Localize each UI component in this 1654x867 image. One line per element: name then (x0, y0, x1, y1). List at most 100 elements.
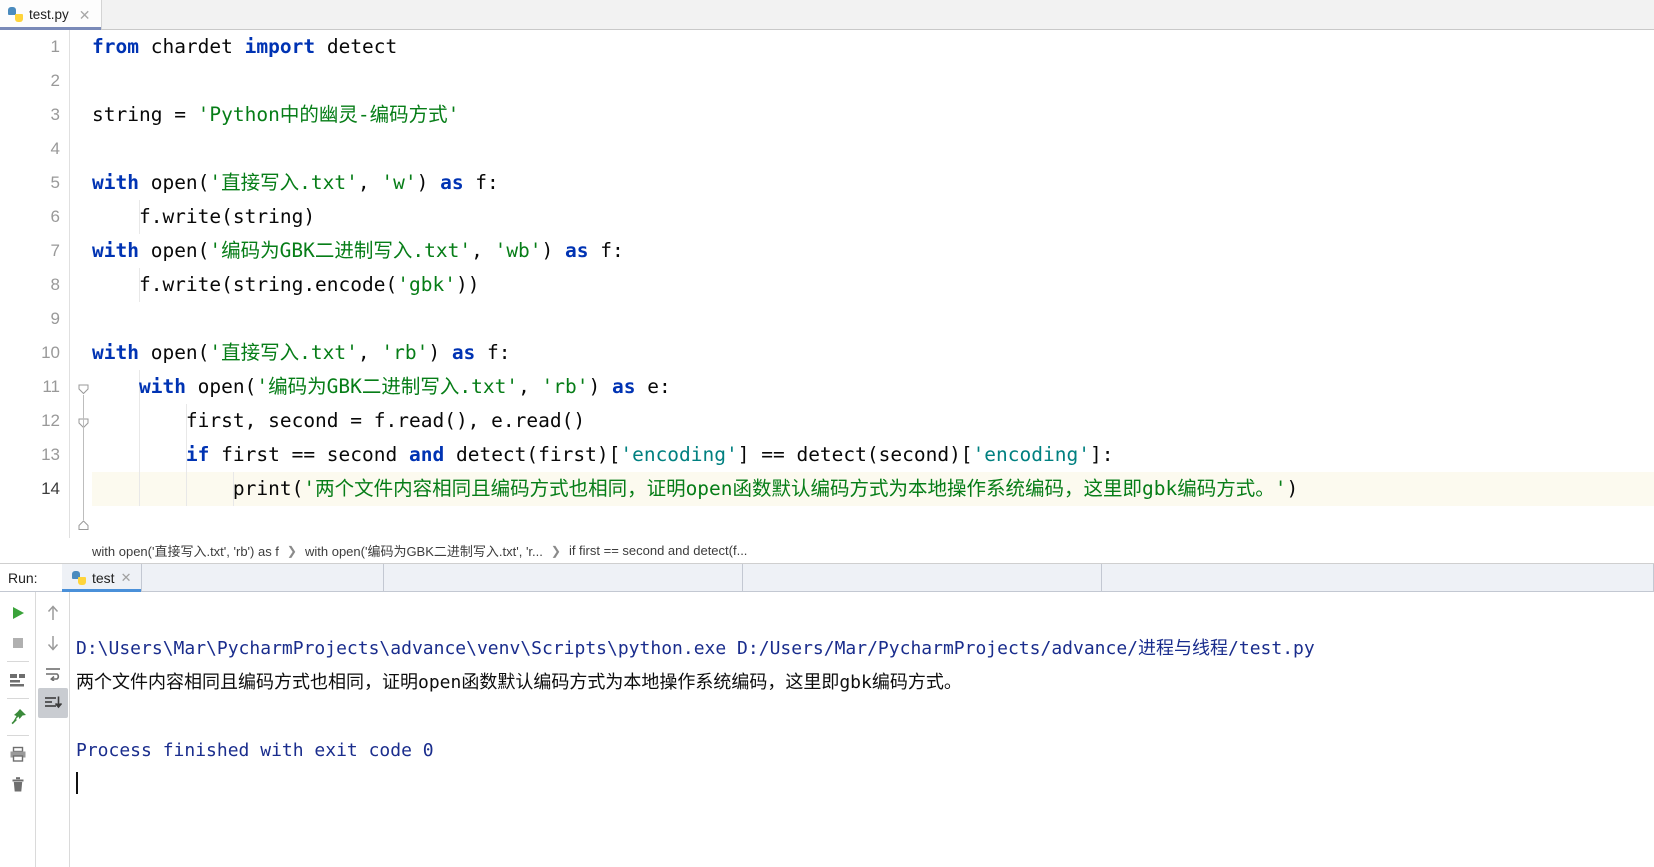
code-line[interactable]: with open('编码为GBK二进制写入.txt', 'wb') as f: (92, 234, 1654, 268)
rerun-button[interactable] (3, 598, 33, 628)
line-10-fold-icon[interactable] (78, 384, 89, 395)
code-line[interactable] (92, 302, 1654, 336)
code-token: with (92, 341, 139, 364)
code-text-area[interactable]: from chardet import detect string = 'Pyth… (92, 30, 1654, 538)
pin-icon[interactable] (3, 702, 33, 732)
code-token: open( (185, 375, 257, 398)
line-number: 11 (42, 377, 60, 396)
code-token: first == second (209, 443, 409, 466)
code-token: f: (475, 341, 511, 364)
code-folding-strip[interactable] (70, 30, 92, 538)
code-token: as (440, 171, 464, 194)
code-token: 'wb' (494, 239, 542, 262)
code-token: print( (92, 477, 304, 500)
line-number: 4 (50, 139, 60, 158)
code-token: with (92, 239, 139, 262)
code-line[interactable]: f.write(string.encode('gbk')) (92, 268, 1654, 302)
run-tab-test[interactable]: test ✕ (62, 564, 143, 592)
line-number: 13 (41, 445, 60, 464)
run-tool-header: Run: test ✕ (0, 564, 1654, 592)
close-icon[interactable]: ✕ (75, 8, 91, 22)
line-number: 1 (50, 37, 60, 56)
code-line[interactable] (92, 64, 1654, 98)
code-token: string (92, 103, 175, 126)
breadcrumb-item[interactable]: with open('直接写入.txt', 'rb') as f (92, 541, 279, 560)
editor-tab-label: test.py (29, 7, 69, 22)
code-token: 'Python中的幽灵-编码方式' (197, 103, 460, 126)
fold-region-line (83, 395, 84, 520)
breadcrumb-item[interactable]: with open('编码为GBK二进制写入.txt', 'r... (305, 541, 543, 560)
line-number: 8 (50, 275, 60, 294)
console-output-line: 两个文件内容相同且编码方式也相同，证明open函数默认编码方式为本地操作系统编码… (76, 672, 962, 693)
line-14-fold-icon[interactable] (78, 520, 89, 531)
breadcrumb-item[interactable]: if first == second and detect(f... (569, 543, 747, 558)
code-token: , (518, 375, 542, 398)
toolbar-divider (6, 735, 29, 736)
arrow-up-icon[interactable] (38, 598, 68, 628)
python-file-icon (8, 7, 23, 22)
code-token: ] == detect(second)[ (737, 443, 973, 466)
code-token: with (138, 375, 186, 398)
code-token: from (92, 35, 139, 58)
toolbar-divider (6, 698, 29, 699)
console-caret (76, 772, 78, 794)
code-token: '编码为GBK二进制写入.txt' (209, 239, 472, 262)
code-token: , (471, 239, 495, 262)
editor-tab-test-py[interactable]: test.py ✕ (0, 0, 102, 30)
run-body: D:\Users\Mar\PycharmProjects\advance\ven… (0, 592, 1654, 867)
arrow-down-icon[interactable] (38, 628, 68, 658)
stop-button[interactable] (3, 628, 33, 658)
code-token: ) (588, 375, 612, 398)
code-line[interactable]: string = 'Python中的幽灵-编码方式' (92, 98, 1654, 132)
wrap-icon[interactable] (38, 658, 68, 688)
code-token: 'rb' (541, 375, 589, 398)
code-line[interactable]: print('两个文件内容相同且编码方式也相同，证明open函数默认编码方式为本… (92, 472, 1654, 506)
run-label: Run: (0, 564, 62, 591)
code-line[interactable]: with open('编码为GBK二进制写入.txt', 'rb') as e: (92, 370, 1654, 404)
code-line[interactable]: from chardet import detect (92, 30, 1654, 64)
code-token: import (244, 35, 316, 58)
console-icon[interactable] (3, 665, 33, 695)
code-token: ]: (1089, 443, 1114, 466)
run-console-output[interactable]: D:\Users\Mar\PycharmProjects\advance\ven… (70, 592, 1654, 867)
code-token: '直接写入.txt' (209, 171, 358, 194)
scroll-end-icon[interactable] (37, 688, 68, 718)
code-line[interactable]: first, second = f.read(), e.read() (92, 404, 1654, 438)
code-token: and (409, 443, 445, 466)
code-token: 'w' (381, 171, 417, 194)
console-exit-line: Process finished with exit code 0 (76, 740, 434, 761)
code-token: , (357, 171, 382, 194)
code-token: )) (455, 273, 480, 296)
code-token: first, second = f.read(), e.read() (92, 409, 586, 432)
line-number: 5 (50, 173, 60, 192)
run-toolbar-secondary (36, 592, 70, 867)
toolbar-divider (6, 661, 29, 662)
code-line[interactable]: f.write(string) (92, 200, 1654, 234)
code-token: f: (463, 171, 499, 194)
trash-icon[interactable] (3, 769, 33, 799)
code-token: chardet (138, 35, 245, 58)
code-token: 'rb' (381, 341, 429, 364)
printer-icon[interactable] (3, 739, 33, 769)
code-token: '直接写入.txt' (209, 341, 358, 364)
code-token: , (357, 341, 382, 364)
code-line[interactable] (92, 132, 1654, 166)
code-token: detect(first)[ (444, 443, 621, 466)
code-token: e: (635, 375, 671, 398)
line-number: 2 (50, 71, 60, 90)
close-icon[interactable]: ✕ (121, 570, 132, 586)
line-number: 9 (50, 309, 60, 328)
run-tool-window: Run: test ✕ D:\Users\Mar\PycharmProjects… (0, 564, 1654, 867)
code-token: open( (138, 341, 210, 364)
code-token: f: (588, 239, 624, 262)
line-number: 7 (50, 241, 60, 260)
code-line[interactable]: if first == second and detect(first)['en… (92, 438, 1654, 472)
code-editor[interactable]: from chardet import detect string = 'Pyth… (0, 30, 1654, 538)
code-token: ) (1286, 477, 1299, 500)
code-line[interactable]: with open('直接写入.txt', 'w') as f: (92, 166, 1654, 200)
code-line[interactable]: with open('直接写入.txt', 'rb') as f: (92, 336, 1654, 370)
breadcrumb: with open('直接写入.txt', 'rb') as f ❯ with op… (0, 538, 1654, 564)
code-token: f.write(string) (92, 205, 316, 228)
